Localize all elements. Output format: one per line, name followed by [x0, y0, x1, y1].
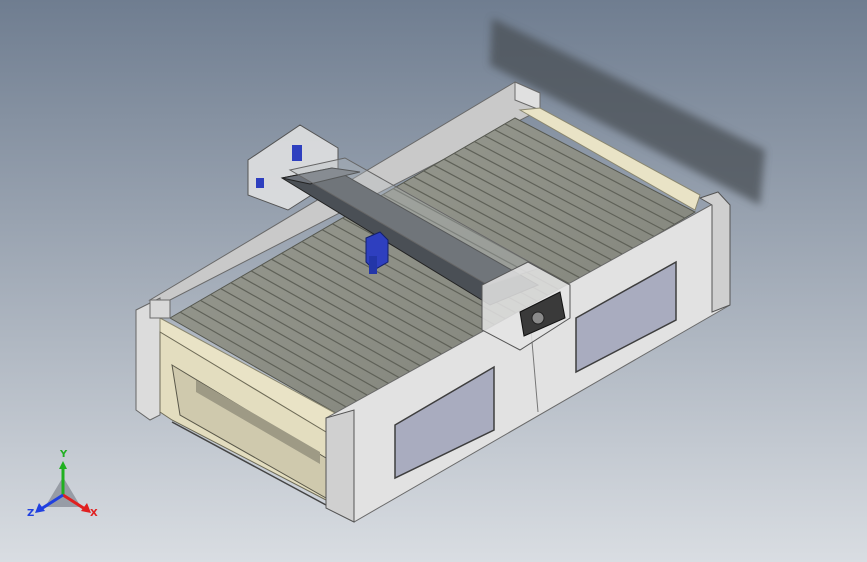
cad-scene[interactable]: Y X Z: [0, 0, 867, 562]
3d-viewport[interactable]: Y X Z: [0, 0, 867, 562]
pulley-icon: [531, 311, 545, 325]
front-right-post: [325, 409, 355, 523]
sensor-icon: [256, 178, 264, 188]
z-axis-label: Z: [27, 508, 34, 519]
motor-icon: [292, 145, 302, 161]
x-axis-label: X: [90, 508, 98, 519]
y-axis-label: Y: [59, 449, 68, 460]
near-rail: [149, 299, 171, 319]
